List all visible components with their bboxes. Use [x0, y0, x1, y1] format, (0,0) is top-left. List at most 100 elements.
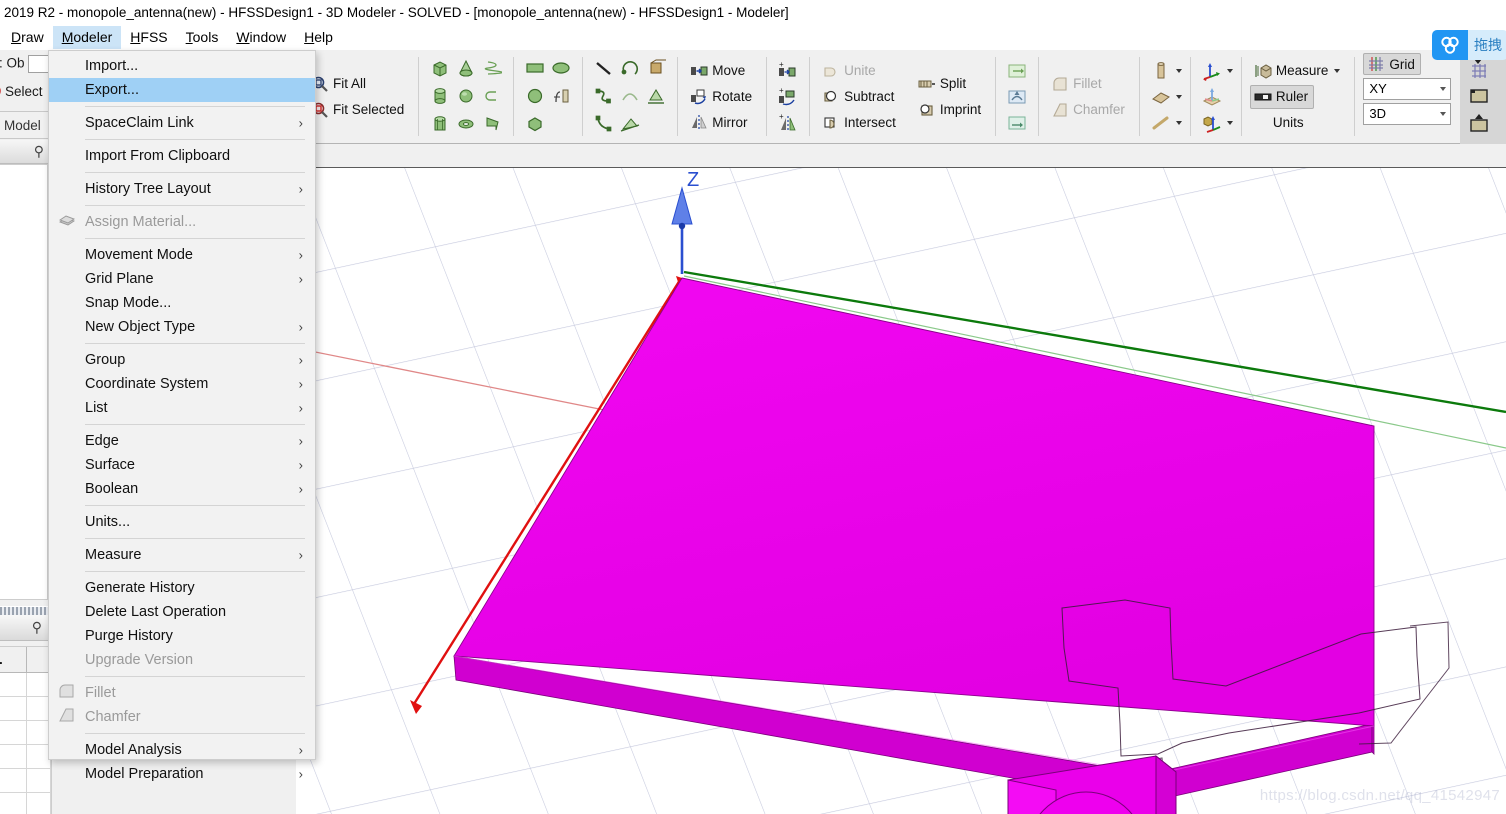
create-face-cs-icon[interactable] — [1199, 84, 1225, 110]
draw-spline-icon[interactable] — [591, 83, 617, 109]
sweep-along-path-icon[interactable] — [643, 83, 669, 109]
rotate-button[interactable]: Rotate — [686, 85, 758, 109]
section-plane-icon[interactable] — [1148, 84, 1174, 110]
menu-item-import[interactable]: Import... — [49, 54, 315, 78]
section-cylinder-icon[interactable] — [1148, 58, 1174, 84]
section-cylinder-dropdown-caret[interactable] — [1175, 68, 1182, 73]
menu-item-list[interactable]: List › — [49, 396, 315, 420]
menu-item-movement-mode[interactable]: Movement Mode › — [49, 243, 315, 267]
draw-circle-icon[interactable] — [522, 83, 548, 109]
menu-item-boolean[interactable]: Boolean › — [49, 477, 315, 501]
draw-cylinder-icon[interactable] — [427, 83, 453, 109]
section-line-dropdown-caret[interactable] — [1175, 120, 1182, 125]
single-view-layout-icon[interactable] — [1466, 83, 1492, 109]
menu-item-model-preparation[interactable]: Model Preparation › — [49, 762, 315, 786]
units-button[interactable]: Units — [1250, 111, 1310, 135]
menu-draw[interactable]: DDrawraw — [2, 26, 53, 49]
capture-brand-badge[interactable] — [1432, 30, 1468, 60]
menu-hfss[interactable]: HFSS — [121, 26, 176, 49]
duplicate-around-axis-icon[interactable]: + — [775, 84, 801, 110]
draw-equation-surface-icon[interactable] — [548, 83, 574, 109]
draw-cone-icon[interactable] — [453, 55, 479, 81]
fit-selected-button[interactable]: Fit Selected — [307, 98, 410, 122]
draw-bend-icon[interactable] — [479, 111, 505, 137]
menu-item-measure[interactable]: Measure › — [49, 543, 315, 567]
create-relative-cs-icon[interactable] — [1199, 58, 1225, 84]
menu-item-new-object-type[interactable]: New Object Type › — [49, 315, 315, 339]
menu-item-group[interactable]: Group › — [49, 348, 315, 372]
table-row[interactable] — [0, 673, 51, 697]
table-row[interactable] — [0, 745, 51, 769]
draw-center-point-arc-icon[interactable] — [591, 111, 617, 137]
move-face-icon[interactable] — [1004, 84, 1030, 110]
sweep-face-icon[interactable] — [1004, 58, 1030, 84]
grid-plane-select[interactable]: XY — [1363, 77, 1452, 100]
section-plane-dropdown-caret[interactable] — [1175, 94, 1182, 99]
draw-arc-center-icon[interactable] — [617, 55, 643, 81]
draw-regular-polyhedron-icon[interactable] — [427, 111, 453, 137]
menu-item-surface[interactable]: Surface › — [49, 453, 315, 477]
subtract-button[interactable]: Subtract — [818, 85, 900, 109]
menu-window[interactable]: Window — [227, 26, 295, 49]
menu-item-grid-plane[interactable]: Grid Plane › — [49, 267, 315, 291]
project-tree[interactable]: minal) — [0, 164, 48, 600]
draw-helix-icon[interactable] — [479, 55, 505, 81]
section-line-icon[interactable] — [1148, 110, 1174, 136]
panel-splitter[interactable] — [0, 606, 52, 615]
menu-item-import-from-clipboard[interactable]: Import From Clipboard — [49, 144, 315, 168]
intersect-button[interactable]: Intersect — [818, 111, 902, 135]
create-object-cs-icon[interactable] — [1199, 110, 1225, 136]
fillet-button[interactable]: Fillet — [1047, 72, 1108, 96]
modeler-3d-viewport[interactable]: Z — [296, 168, 1506, 814]
ruler-button[interactable]: Ruler — [1249, 84, 1315, 109]
mirror-button[interactable]: Mirror — [686, 111, 753, 135]
grid-mode-select[interactable]: 3D — [1363, 102, 1452, 125]
modeler-dropdown-menu[interactable]: Import... Export... SpaceClaim Link › Im… — [48, 50, 316, 782]
menu-help[interactable]: Help — [295, 26, 342, 49]
table-row[interactable] — [0, 697, 51, 721]
measure-button[interactable]: Measure — [1250, 59, 1347, 83]
split-view-layout-icon[interactable] — [1466, 111, 1492, 137]
draw-3point-arc-icon[interactable] — [617, 83, 643, 109]
duplicate-mirror-icon[interactable]: + — [775, 110, 801, 136]
menu-item-coordinate-system[interactable]: Coordinate System › — [49, 372, 315, 396]
menu-item-export[interactable]: Export... — [49, 78, 315, 102]
draw-user-defined-primitive-icon[interactable] — [643, 55, 669, 81]
menu-item-snap-mode[interactable]: Snap Mode... — [49, 291, 315, 315]
menu-item-delete-last-operation[interactable]: Delete Last Operation — [49, 600, 315, 624]
menu-item-edge[interactable]: Edge › — [49, 429, 315, 453]
menu-item-units[interactable]: Units... — [49, 510, 315, 534]
pin-icon-2[interactable]: ⚲ — [32, 619, 42, 636]
imprint-button[interactable]: Imprint — [914, 98, 987, 122]
measure-dropdown-caret[interactable] — [1334, 68, 1341, 73]
relative-cs-dropdown-caret[interactable] — [1226, 68, 1233, 73]
draw-regular-polygon-icon[interactable] — [522, 111, 548, 137]
table-row[interactable] — [0, 769, 51, 793]
draw-torus-icon[interactable] — [453, 111, 479, 137]
model-tab[interactable]: Model — [0, 113, 52, 139]
duplicate-along-line-icon[interactable]: + — [775, 58, 801, 84]
menu-modeler[interactable]: Modeler — [52, 25, 122, 49]
unite-button[interactable]: Unite — [818, 59, 882, 83]
draw-sphere-icon[interactable] — [453, 83, 479, 109]
chamfer-button[interactable]: Chamfer — [1047, 98, 1131, 122]
detach-face-icon[interactable] — [1004, 110, 1030, 136]
menu-item-purge-history[interactable]: Purge History — [49, 624, 315, 648]
menu-item-model-analysis[interactable]: Model Analysis › — [49, 738, 315, 762]
draw-ellipse-icon[interactable] — [548, 55, 574, 81]
object-cs-dropdown-caret[interactable] — [1226, 120, 1233, 125]
draw-segment-icon[interactable] — [479, 83, 505, 109]
sweep-around-axis-icon[interactable] — [617, 111, 643, 137]
fit-all-button[interactable]: Fit All — [307, 72, 372, 96]
menu-tools[interactable]: Tools — [177, 26, 228, 49]
select-button[interactable]: Select — [0, 83, 43, 99]
draw-box-icon[interactable] — [427, 55, 453, 81]
menu-item-spaceclaim-link[interactable]: SpaceClaim Link › — [49, 111, 315, 135]
draw-rectangle-icon[interactable] — [522, 55, 548, 81]
table-row[interactable] — [0, 793, 51, 814]
pin-icon[interactable]: ⚲ — [34, 143, 44, 160]
table-row[interactable] — [0, 721, 51, 745]
split-button[interactable]: Split — [914, 72, 972, 96]
screen-capture-overlay[interactable]: 拖拽 — [1432, 30, 1506, 60]
menu-item-history-tree-layout[interactable]: History Tree Layout › — [49, 177, 315, 201]
